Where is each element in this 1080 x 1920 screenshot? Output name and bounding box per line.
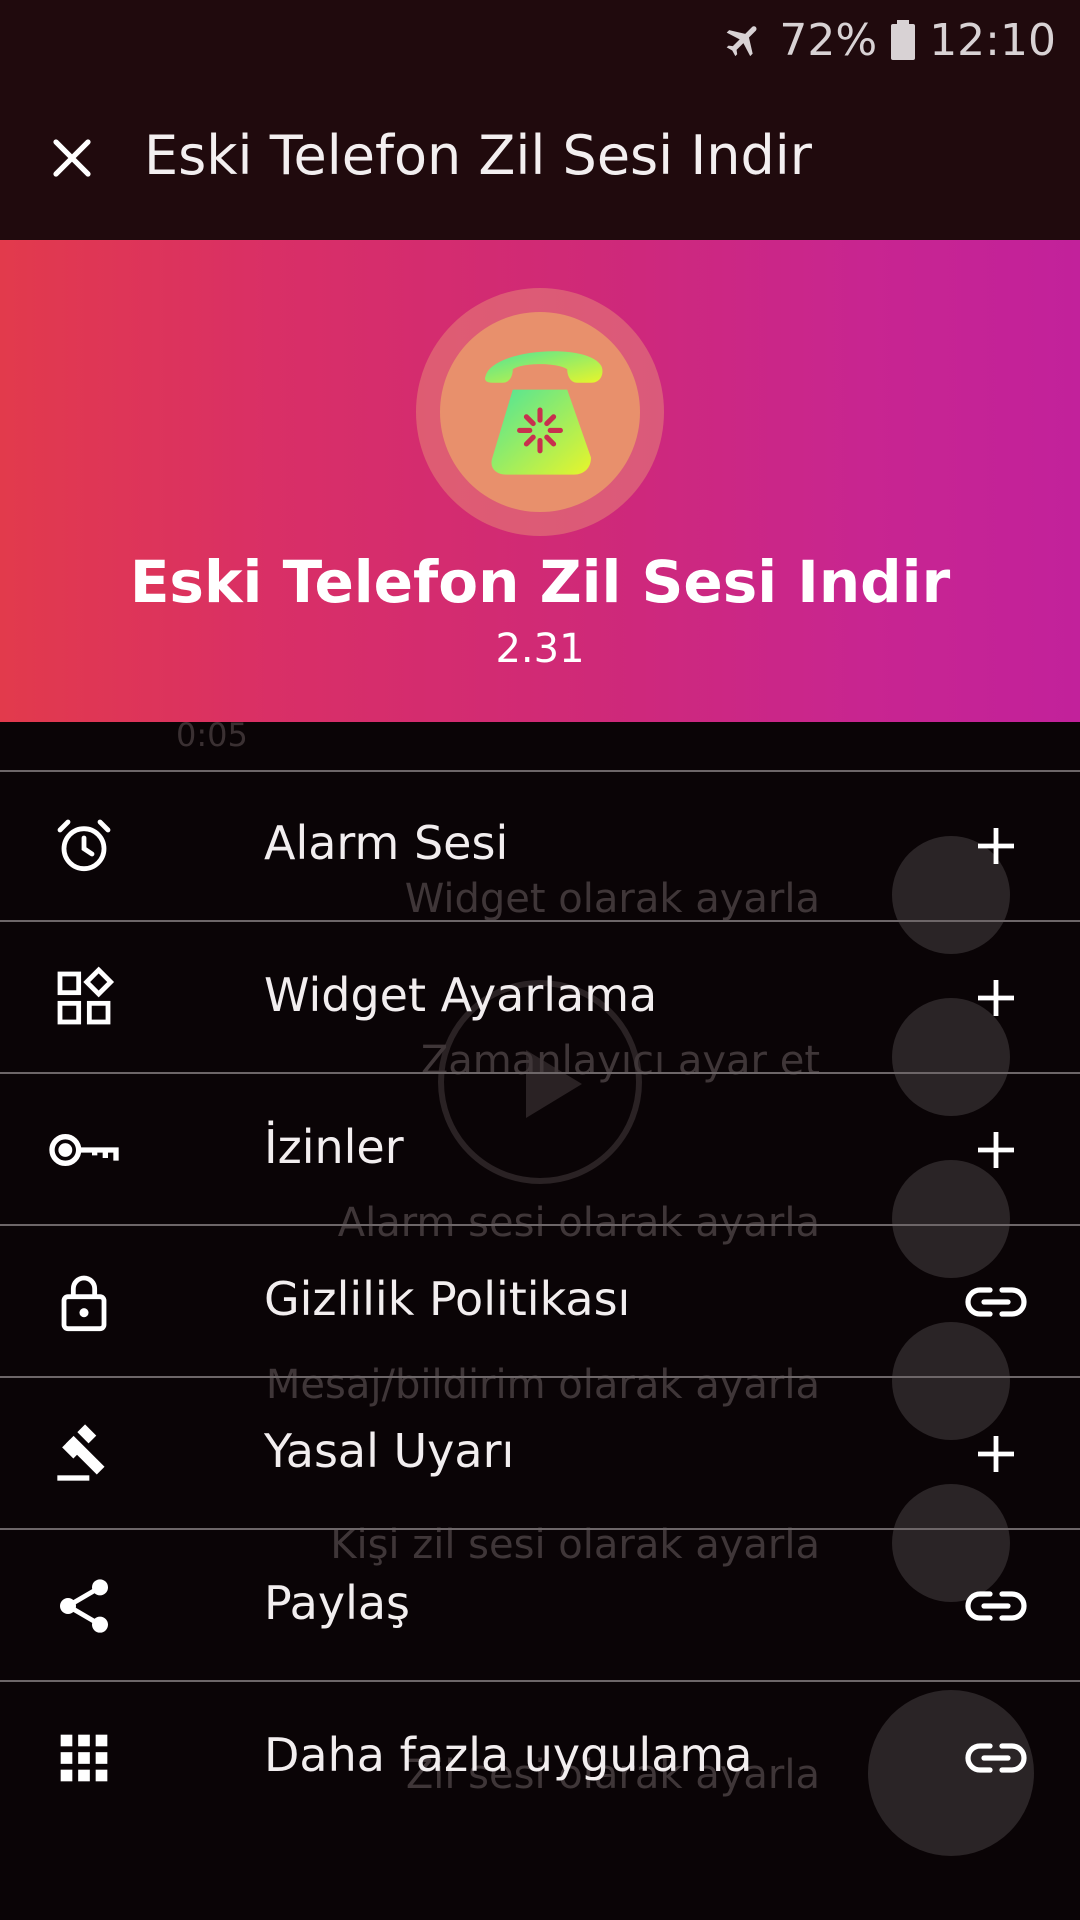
plus-icon[interactable] <box>960 1114 1032 1186</box>
clock: 12:10 <box>929 14 1056 66</box>
backdrop-time: 0:05 <box>176 722 248 754</box>
app-bar: Eski Telefon Zil Sesi Indir <box>0 80 1080 240</box>
share-icon <box>44 1570 124 1642</box>
app-version: 2.31 <box>495 626 585 672</box>
app-name: Eski Telefon Zil Sesi Indir <box>129 548 951 616</box>
menu-item-yasal-uyari[interactable]: Yasal Uyarı <box>0 1378 1080 1530</box>
menu-item-alarm-sesi[interactable]: Alarm Sesi <box>0 770 1080 922</box>
app-logo <box>416 288 664 536</box>
airplane-mode-icon <box>723 19 765 61</box>
widgets-icon <box>44 962 124 1034</box>
drawer-header: Eski Telefon Zil Sesi Indir 2.31 <box>0 240 1080 722</box>
alarm-clock-icon <box>44 810 124 882</box>
menu-item-gizlilik-politikasi[interactable]: Gizlilik Politikası <box>0 1226 1080 1378</box>
menu-item-label: Daha fazla uygulama <box>264 1728 753 1782</box>
link-icon[interactable] <box>960 1722 1032 1794</box>
menu-item-izinler[interactable]: İzinler <box>0 1074 1080 1226</box>
drawer-menu: Alarm Sesi Widget Ayarlama İzinler Gizli… <box>0 770 1080 1834</box>
status-bar: 72% 12:10 <box>0 0 1080 80</box>
menu-item-label: Paylaş <box>264 1576 411 1630</box>
app-bar-title: Eski Telefon Zil Sesi Indir <box>144 124 812 187</box>
plus-icon[interactable] <box>960 810 1032 882</box>
gavel-icon <box>44 1418 124 1490</box>
old-telephone-icon <box>455 325 625 499</box>
close-icon <box>48 134 96 186</box>
menu-item-label: Yasal Uyarı <box>264 1424 515 1478</box>
menu-item-widget-ayarlama[interactable]: Widget Ayarlama <box>0 922 1080 1074</box>
status-icons: 72% 12:10 <box>723 12 1056 68</box>
menu-item-label: İzinler <box>264 1120 404 1174</box>
plus-icon[interactable] <box>960 962 1032 1034</box>
menu-item-label: Gizlilik Politikası <box>264 1272 631 1326</box>
menu-item-daha-fazla-uygulama[interactable]: Daha fazla uygulama <box>0 1682 1080 1834</box>
menu-item-label: Alarm Sesi <box>264 816 509 870</box>
menu-item-label: Widget Ayarlama <box>264 968 658 1022</box>
link-icon[interactable] <box>960 1266 1032 1338</box>
apps-grid-icon <box>44 1722 124 1794</box>
key-icon <box>44 1114 124 1186</box>
battery-icon <box>891 20 916 60</box>
battery-percent: 72% <box>779 14 878 66</box>
close-button[interactable] <box>32 120 112 200</box>
lock-icon <box>44 1266 124 1338</box>
link-icon[interactable] <box>960 1570 1032 1642</box>
plus-icon[interactable] <box>960 1418 1032 1490</box>
menu-item-paylas[interactable]: Paylaş <box>0 1530 1080 1682</box>
